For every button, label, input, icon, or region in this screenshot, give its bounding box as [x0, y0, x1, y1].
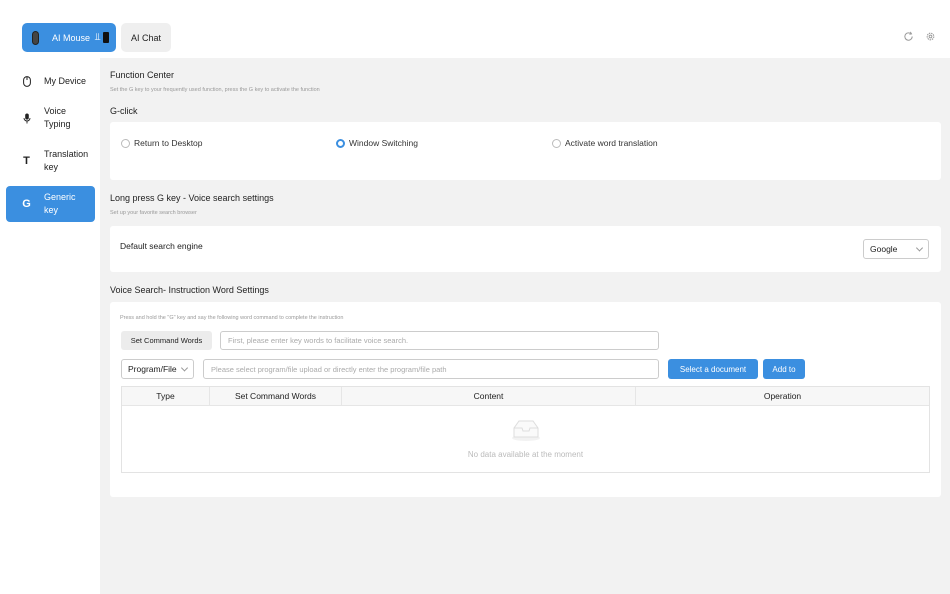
tab-ai-mouse[interactable]: AI Mouse ⫫: [22, 23, 116, 52]
sidebar-item-my-device[interactable]: My Device: [6, 72, 95, 90]
sidebar-item-label: Translation key: [44, 149, 89, 172]
add-to-button[interactable]: Add to: [763, 359, 805, 379]
function-center-title: Function Center: [110, 70, 175, 80]
radio-label: Window Switching: [349, 138, 418, 148]
sidebar-item-label: My Device: [44, 75, 87, 86]
mouse-device-icon: [32, 30, 39, 45]
voice-search-subtitle: Set up your favorite search browser: [110, 210, 197, 216]
sidebar-item-label: Generic key: [44, 192, 76, 215]
search-engine-card: Default search engine Google: [110, 226, 941, 272]
empty-state: No data available at the moment: [122, 407, 929, 472]
search-engine-value: Google: [870, 244, 898, 254]
battery-icon: [102, 32, 109, 43]
letter-g-icon: G: [22, 197, 31, 210]
function-center-subtitle: Set the G key to your frequently used fu…: [110, 87, 320, 93]
microphone-icon: [20, 113, 33, 124]
radio-label: Return to Desktop: [134, 138, 203, 148]
column-header-content: Content: [342, 387, 636, 405]
tab-ai-chat-label: AI Chat: [130, 32, 161, 43]
instruction-hint: Press and hold the "G" key and say the f…: [120, 315, 344, 321]
type-select[interactable]: Program/File: [121, 359, 194, 379]
radio-circle-selected[interactable]: [336, 138, 345, 148]
column-header-operation: Operation: [763, 391, 802, 401]
mouse-icon: [20, 75, 33, 87]
table-header: Type Set Command Words Content Operation: [122, 387, 929, 406]
sidebar-item-generic-key[interactable]: G Generic key: [6, 186, 95, 222]
empty-box-icon: [511, 419, 541, 446]
tab-ai-chat[interactable]: AI Chat: [121, 23, 171, 52]
top-bar: AI Mouse ⫫ AI Chat: [0, 0, 950, 58]
type-select-value: Program/File: [128, 364, 177, 374]
empty-state-text: No data available at the moment: [467, 450, 584, 459]
sidebar-item-translation-key[interactable]: T Translation key: [6, 146, 95, 176]
sidebar: My Device Voice Typing T Translation key…: [0, 58, 100, 594]
top-icons: [903, 31, 936, 42]
sidebar-item-label: Voice Typing: [44, 106, 71, 129]
chevron-down-icon: [180, 364, 189, 372]
column-header-command-words: Set Command Words: [210, 387, 342, 405]
gclick-card: Return to Desktop Window Switching Activ…: [110, 122, 941, 180]
search-engine-select[interactable]: Google: [863, 239, 929, 259]
gclick-title: G-click: [110, 106, 138, 116]
column-header-type: Type: [122, 387, 210, 405]
gear-icon[interactable]: [925, 31, 936, 42]
instruction-title: Voice Search- Instruction Word Settings: [110, 285, 269, 295]
instruction-card: Press and hold the "G" key and say the f…: [110, 302, 941, 497]
search-engine-label: Default search engine: [120, 241, 203, 251]
radio-circle[interactable]: [121, 138, 130, 148]
command-table: Type Set Command Words Content Operation…: [121, 386, 930, 473]
tab-ai-mouse-label: AI Mouse: [52, 32, 91, 43]
select-document-button[interactable]: Select a document: [668, 359, 758, 379]
usb-icon: ⫫: [95, 32, 101, 43]
radio-label: Activate word translation: [565, 138, 658, 148]
main-content: Function Center Set the G key to your fr…: [100, 58, 950, 594]
radio-circle[interactable]: [552, 138, 561, 148]
sidebar-item-voice-typing[interactable]: Voice Typing: [6, 103, 95, 133]
letter-t-icon: T: [23, 154, 30, 167]
radio-window-switching[interactable]: Window Switching: [336, 138, 418, 148]
voice-search-title: Long press G key - Voice search settings: [110, 193, 274, 203]
set-command-words-button[interactable]: Set Command Words: [121, 331, 212, 350]
keyword-input[interactable]: First, please enter key words to facilit…: [220, 331, 659, 350]
path-input[interactable]: Please select program/file upload or dir…: [203, 359, 659, 379]
radio-return-to-desktop[interactable]: Return to Desktop: [121, 138, 203, 148]
refresh-icon[interactable]: [903, 31, 914, 42]
chevron-down-icon: [915, 244, 924, 252]
radio-activate-word-translation[interactable]: Activate word translation: [552, 138, 658, 148]
